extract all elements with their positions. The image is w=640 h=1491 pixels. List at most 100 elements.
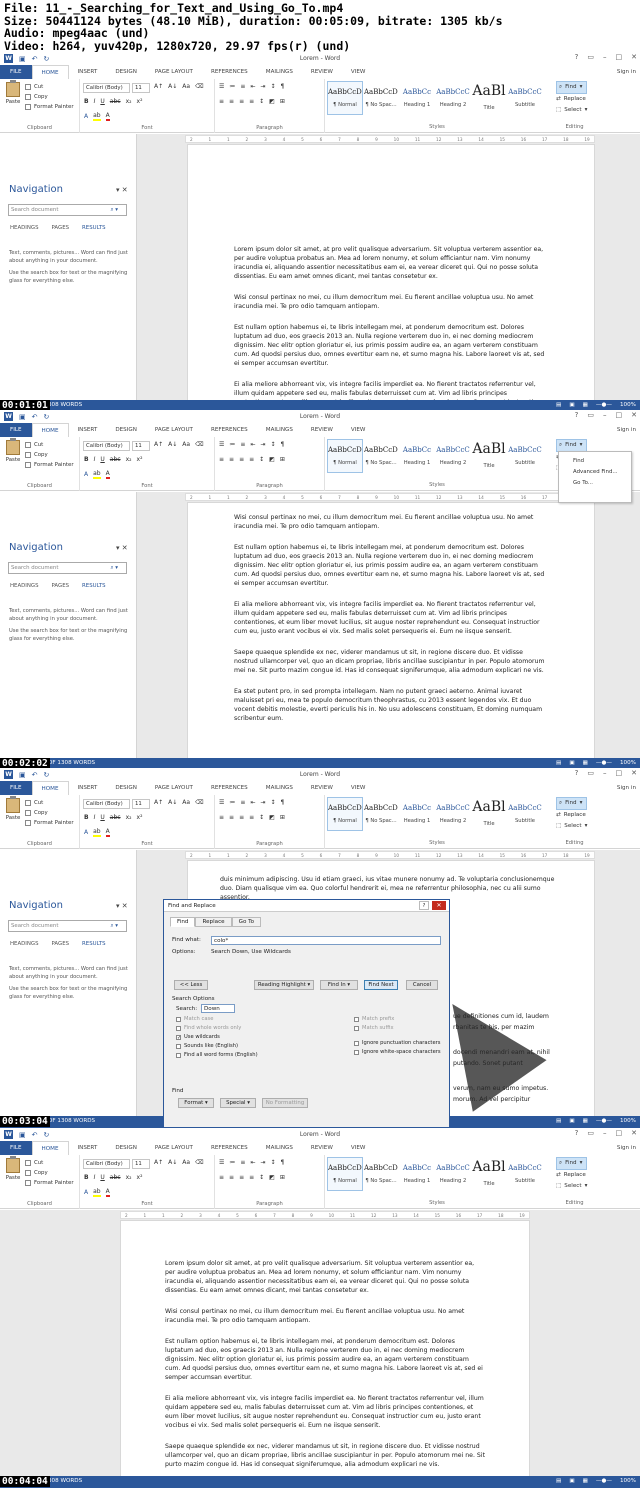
tab-headings[interactable]: HEADINGS [10,941,39,947]
font-color-icon[interactable]: A [105,1188,110,1197]
decrease-indent-icon[interactable]: ⇤ [250,1159,255,1166]
tab-file[interactable]: FILE [0,781,32,795]
style-3[interactable]: AaBbCcC Heading 2 [435,81,471,115]
justify-icon[interactable]: ≡ [249,456,254,463]
superscript-icon[interactable]: x² [137,1174,143,1181]
cut-button[interactable]: Cut [25,1158,74,1168]
tab-design[interactable]: DESIGN [106,423,146,437]
checkbox-box[interactable]: ✓ [176,1034,181,1040]
shading-icon[interactable]: ◩ [269,814,275,821]
maximize-icon[interactable]: □ [616,1129,623,1137]
increase-indent-icon[interactable]: ⇥ [260,1159,265,1166]
checkbox-box[interactable] [176,1043,181,1049]
bullets-icon[interactable]: ☰ [219,799,224,806]
select-button[interactable]: ⬚Select▾ [556,821,587,832]
tab-results[interactable]: RESULTS [82,941,106,947]
tab-review[interactable]: REVIEW [302,423,342,437]
align-left-icon[interactable]: ≡ [219,456,224,463]
sort-icon[interactable]: ↕ [270,83,275,90]
grow-font-icon[interactable]: A↑ [154,441,163,448]
replace-button[interactable]: ⇄Replace [556,1170,587,1181]
tab-view[interactable]: VIEW [342,781,375,795]
checkbox-1[interactable]: Find whole words only [176,1025,241,1031]
document-paragraph[interactable]: duis minimum adipiscing. Usu id etiam gr… [220,875,562,902]
bullets-icon[interactable]: ☰ [219,441,224,448]
minimize-icon[interactable]: – [603,53,607,61]
cancel-button[interactable]: Cancel [406,980,438,990]
select-button[interactable]: ⬚Select▾ [556,105,587,116]
navigation-search-input[interactable]: Search document ⌕ ▾ [8,204,127,216]
text-effects-icon[interactable]: A [84,471,88,478]
copy-button[interactable]: Copy [25,808,74,818]
paste-button[interactable]: Paste [4,1156,22,1188]
tab-design[interactable]: DESIGN [106,1141,146,1155]
tab-view[interactable]: VIEW [342,65,375,79]
tab-review[interactable]: REVIEW [302,65,342,79]
read-mode-icon[interactable]: ▤ [556,1116,561,1127]
font-name-box[interactable]: Calibri (Body) [83,799,130,809]
close-icon[interactable]: ✕ [631,1129,637,1137]
multilevel-icon[interactable]: ≡ [240,1159,245,1166]
bold-icon[interactable]: B [84,1174,89,1181]
text-effects-icon[interactable]: A [84,113,88,120]
ribbon-display-icon[interactable]: ▭ [587,411,594,419]
pilcrow-icon[interactable]: ¶ [281,83,285,90]
zoom-level[interactable]: 100% [620,1476,636,1487]
document-paragraph[interactable]: Est nullam option habemus ei, te libris … [165,1337,485,1382]
align-right-icon[interactable]: ≡ [239,1174,244,1181]
document-paragraph[interactable]: Wisi consul pertinax no mei, cu illum de… [165,1307,485,1325]
print-layout-icon[interactable]: ▣ [569,1116,574,1127]
dialog-tab-1[interactable]: Replace [195,917,232,927]
paste-button[interactable]: Paste [4,438,22,470]
style-1[interactable]: AaBbCcDc ¶ No Spac... [363,1157,399,1191]
tab-file[interactable]: FILE [0,423,32,437]
style-4[interactable]: AaBl Title [471,1157,507,1191]
style-1[interactable]: AaBbCcDc ¶ No Spac... [363,439,399,473]
numbering-icon[interactable]: ≔ [229,441,235,448]
cut-button[interactable]: Cut [25,798,74,808]
tab-mailings[interactable]: MAILINGS [257,65,302,79]
grow-font-icon[interactable]: A↑ [154,1159,163,1166]
minimize-icon[interactable]: – [603,769,607,777]
close-icon[interactable]: ✕ [631,411,637,419]
tab-page-layout[interactable]: PAGE LAYOUT [146,423,202,437]
increase-indent-icon[interactable]: ⇥ [260,83,265,90]
search-direction-select[interactable]: Down [201,1004,235,1013]
navigation-close-icon[interactable]: ▾ ✕ [116,186,128,194]
italic-icon[interactable]: I [94,456,96,463]
paste-button[interactable]: Paste [4,796,22,828]
tab-references[interactable]: REFERENCES [202,65,257,79]
document-paragraph[interactable]: Saepe quaeque splendide ex nec, viderer … [165,1442,485,1469]
decrease-indent-icon[interactable]: ⇤ [250,799,255,806]
shrink-font-icon[interactable]: A↓ [168,441,177,448]
style-4[interactable]: AaBl Title [471,81,507,115]
line-spacing-icon[interactable]: ↕ [259,1174,264,1181]
read-mode-icon[interactable]: ▤ [556,1476,561,1487]
style-2[interactable]: AaBbCc Heading 1 [399,797,435,831]
find-in-button[interactable]: Find In ▾ [320,980,358,990]
checkbox-right-1[interactable]: Match suffix [354,1025,394,1031]
tab-home[interactable]: HOME [31,1141,69,1155]
font-size-box[interactable]: 11 [132,441,150,451]
decrease-indent-icon[interactable]: ⇤ [250,441,255,448]
numbering-icon[interactable]: ≔ [229,1159,235,1166]
multilevel-icon[interactable]: ≡ [240,441,245,448]
align-left-icon[interactable]: ≡ [219,98,224,105]
underline-icon[interactable]: U [100,1174,104,1181]
style-2[interactable]: AaBbCc Heading 1 [399,439,435,473]
word-count[interactable]: 308 WORDS [48,1476,82,1487]
style-5[interactable]: AaBbCcC Subtitle [507,797,543,831]
sign-in-link[interactable]: Sign in [617,1145,636,1151]
shrink-font-icon[interactable]: A↓ [168,799,177,806]
clear-format-icon[interactable]: ⌫ [195,799,203,806]
tab-home[interactable]: HOME [31,423,69,437]
paste-button[interactable]: Paste [4,80,22,112]
replace-button[interactable]: ⇄Replace [556,810,587,821]
checkbox-box[interactable] [354,1025,359,1031]
change-case-icon[interactable]: Aa [182,441,190,448]
tab-insert[interactable]: INSERT [69,65,107,79]
magnifier-icon[interactable]: ⌕ ▾ [111,205,118,216]
bullets-icon[interactable]: ☰ [219,1159,224,1166]
change-case-icon[interactable]: Aa [182,83,190,90]
pilcrow-icon[interactable]: ¶ [281,799,285,806]
